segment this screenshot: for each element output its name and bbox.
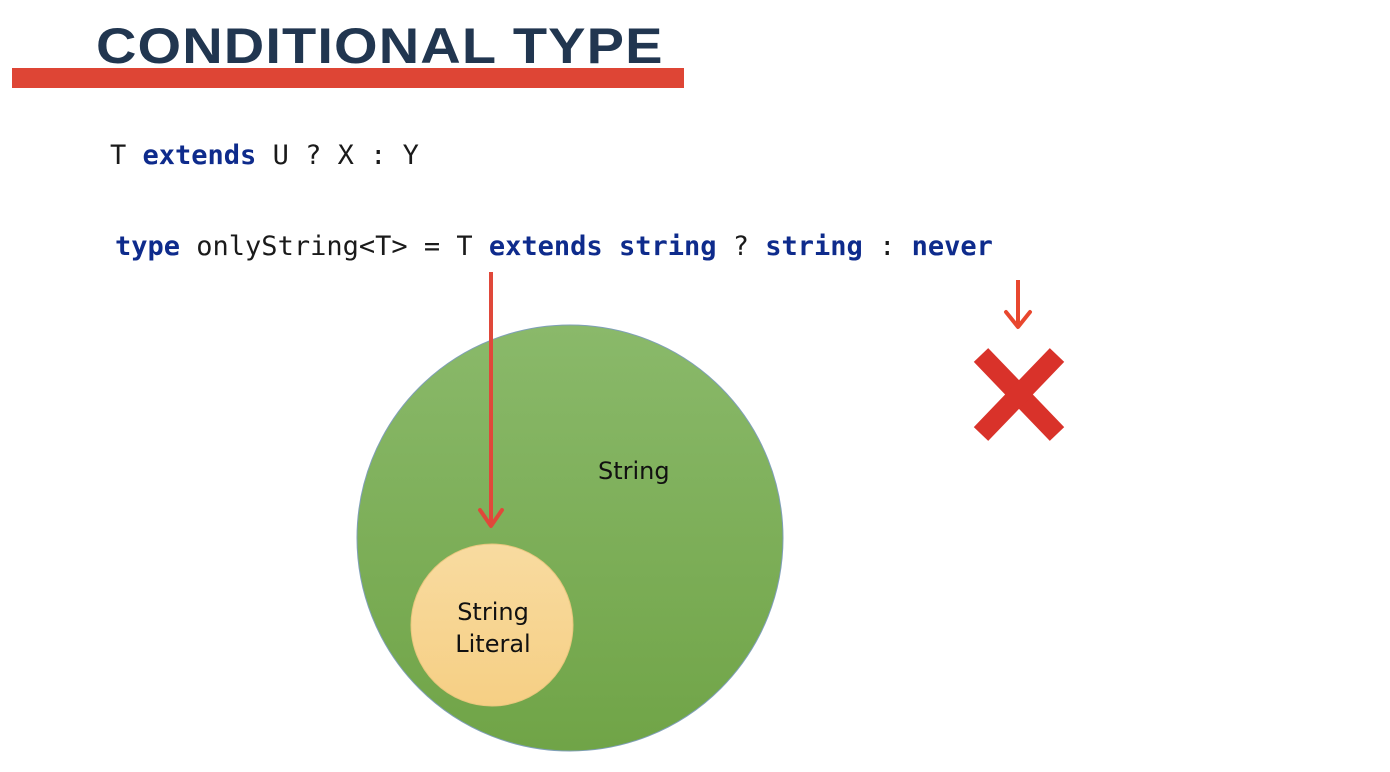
string-literal-label-line1: String xyxy=(457,598,529,626)
string-literal-label: String Literal xyxy=(420,596,566,660)
venn-diagram xyxy=(356,272,1065,752)
arrow-never-to-cross xyxy=(1004,280,1032,329)
string-label: String xyxy=(598,457,670,485)
string-literal-label-line2: Literal xyxy=(455,630,531,658)
string-circle xyxy=(356,324,784,752)
cross-icon xyxy=(973,348,1065,441)
